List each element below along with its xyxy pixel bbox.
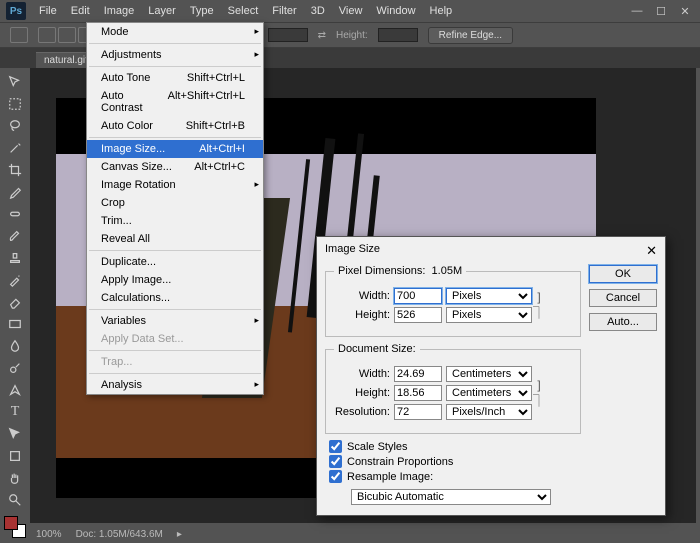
pixel-height-unit[interactable]: Pixels: [446, 307, 532, 323]
close-button[interactable]: ✕: [674, 3, 696, 19]
menu-item-auto-contrast[interactable]: Auto ContrastAlt+Shift+Ctrl+L: [87, 87, 263, 117]
menu-view[interactable]: View: [332, 5, 370, 17]
menu-item-reveal-all[interactable]: Reveal All: [87, 230, 263, 248]
menubar: Ps File Edit Image Layer Type Select Fil…: [0, 0, 700, 22]
menu-item-auto-tone[interactable]: Auto ToneShift+Ctrl+L: [87, 69, 263, 87]
dodge-tool-icon[interactable]: [4, 358, 26, 378]
selection-add-icon[interactable]: [58, 27, 76, 43]
menu-file[interactable]: File: [32, 5, 64, 17]
menu-item-variables[interactable]: Variables: [87, 312, 263, 330]
menu-item-apply-data-set: Apply Data Set...: [87, 330, 263, 348]
ok-button[interactable]: OK: [589, 265, 657, 283]
menu-item-mode[interactable]: Mode: [87, 23, 263, 41]
menu-edit[interactable]: Edit: [64, 5, 97, 17]
menu-item-auto-color[interactable]: Auto ColorShift+Ctrl+B: [87, 117, 263, 135]
type-tool-icon[interactable]: T: [4, 402, 26, 422]
menu-layer[interactable]: Layer: [141, 5, 183, 17]
menu-item-image-rotation[interactable]: Image Rotation: [87, 176, 263, 194]
link-icon[interactable]: ]⏋: [532, 290, 546, 321]
marquee-tool-icon[interactable]: [4, 94, 26, 114]
gradient-tool-icon[interactable]: [4, 314, 26, 334]
height-label: Height:: [336, 30, 368, 41]
tools-panel: T: [2, 70, 28, 540]
path-tool-icon[interactable]: [4, 424, 26, 444]
resample-checkbox[interactable]: [329, 470, 342, 483]
cancel-button[interactable]: Cancel: [589, 289, 657, 307]
menu-item-duplicate[interactable]: Duplicate...: [87, 253, 263, 271]
menu-item-analysis[interactable]: Analysis: [87, 376, 263, 394]
app-logo: Ps: [6, 2, 26, 20]
stamp-tool-icon[interactable]: [4, 248, 26, 268]
menu-item-trim[interactable]: Trim...: [87, 212, 263, 230]
move-tool-icon[interactable]: [4, 72, 26, 92]
doc-height-input[interactable]: [394, 385, 442, 401]
eraser-tool-icon[interactable]: [4, 292, 26, 312]
menu-item-adjustments[interactable]: Adjustments: [87, 46, 263, 64]
history-brush-icon[interactable]: [4, 270, 26, 290]
image-size-dialog: Image Size ✕ Pixel Dimensions: 1.05M Wid…: [316, 236, 666, 516]
width-input[interactable]: [268, 28, 308, 42]
document-size-group: Document Size: Width: Centimeters Height…: [325, 343, 581, 434]
auto-button[interactable]: Auto...: [589, 313, 657, 331]
crop-tool-icon[interactable]: [4, 160, 26, 180]
scale-styles-checkbox[interactable]: [329, 440, 342, 453]
menu-select[interactable]: Select: [221, 5, 266, 17]
menu-help[interactable]: Help: [423, 5, 460, 17]
pixel-height-input[interactable]: [394, 307, 442, 323]
menu-item-calculations[interactable]: Calculations...: [87, 289, 263, 307]
doc-width-input[interactable]: [394, 366, 442, 382]
zoom-level[interactable]: 100%: [36, 529, 62, 540]
shape-tool-icon[interactable]: [4, 446, 26, 466]
menu-window[interactable]: Window: [369, 5, 422, 17]
doc-height-unit[interactable]: Centimeters: [446, 385, 532, 401]
menu-item-crop[interactable]: Crop: [87, 194, 263, 212]
height-input[interactable]: [378, 28, 418, 42]
status-bar: 100% Doc: 1.05M/643.6M ▸: [30, 525, 182, 543]
link-icon[interactable]: ]⏋: [532, 378, 546, 409]
wand-tool-icon[interactable]: [4, 138, 26, 158]
resample-method-select[interactable]: Bicubic Automatic: [351, 489, 551, 505]
menu-item-canvas-size[interactable]: Canvas Size...Alt+Ctrl+C: [87, 158, 263, 176]
doc-info: Doc: 1.05M/643.6M: [76, 529, 163, 540]
eyedropper-tool-icon[interactable]: [4, 182, 26, 202]
minimize-button[interactable]: —: [626, 3, 648, 19]
menu-item-image-size[interactable]: Image Size...Alt+Ctrl+I: [87, 140, 263, 158]
menu-filter[interactable]: Filter: [265, 5, 303, 17]
lasso-tool-icon[interactable]: [4, 116, 26, 136]
swap-icon[interactable]: ⇄: [318, 30, 326, 41]
blur-tool-icon[interactable]: [4, 336, 26, 356]
maximize-button[interactable]: ☐: [650, 3, 672, 19]
resolution-input[interactable]: [394, 404, 442, 420]
refine-edge-button[interactable]: Refine Edge...: [428, 27, 513, 44]
window-controls: — ☐ ✕: [626, 3, 700, 19]
pen-tool-icon[interactable]: [4, 380, 26, 400]
menu-type[interactable]: Type: [183, 5, 221, 17]
dialog-title: Image Size: [325, 243, 380, 259]
dialog-close-icon[interactable]: ✕: [646, 243, 657, 259]
image-menu-dropdown: Mode Adjustments Auto ToneShift+Ctrl+L A…: [86, 22, 264, 395]
menu-item-apply-image[interactable]: Apply Image...: [87, 271, 263, 289]
menu-3d[interactable]: 3D: [304, 5, 332, 17]
menu-image[interactable]: Image: [97, 5, 142, 17]
zoom-tool-icon[interactable]: [4, 490, 26, 510]
menu-item-trap: Trap...: [87, 353, 263, 371]
pixel-dimensions-group: Pixel Dimensions: 1.05M Width: Pixels He…: [325, 265, 581, 337]
color-swatch[interactable]: [4, 516, 26, 538]
brush-tool-icon[interactable]: [4, 226, 26, 246]
pixel-width-unit[interactable]: Pixels: [446, 288, 532, 304]
constrain-checkbox[interactable]: [329, 455, 342, 468]
selection-new-icon[interactable]: [38, 27, 56, 43]
doc-width-unit[interactable]: Centimeters: [446, 366, 532, 382]
hand-tool-icon[interactable]: [4, 468, 26, 488]
chevron-right-icon[interactable]: ▸: [177, 529, 182, 540]
pixel-width-input[interactable]: [394, 288, 442, 304]
tool-preset-icon[interactable]: [10, 27, 28, 43]
heal-tool-icon[interactable]: [4, 204, 26, 224]
resolution-unit[interactable]: Pixels/Inch: [446, 404, 532, 420]
